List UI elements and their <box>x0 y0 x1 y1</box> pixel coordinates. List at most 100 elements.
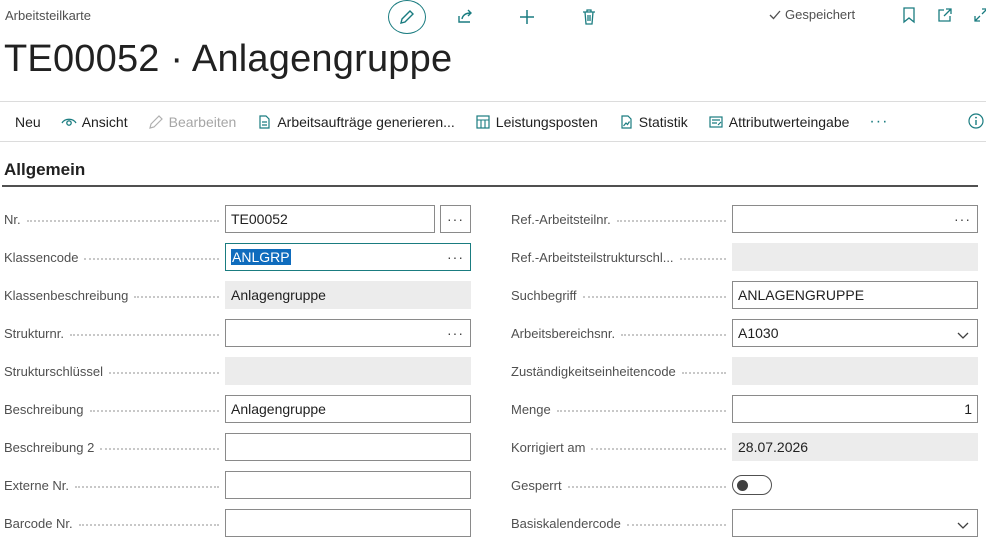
gesperrt-toggle[interactable] <box>732 475 772 495</box>
zustaendigkeitseinheitencode-value <box>732 357 978 385</box>
field-klassenbeschreibung: Klassenbeschreibung Anlagengruppe <box>4 281 471 309</box>
selected-text: ANLGRP <box>231 249 291 265</box>
field-klassencode: Klassencode ANLGRP ··· <box>4 243 471 271</box>
delete-icon <box>583 9 595 25</box>
eye-icon <box>61 118 77 126</box>
bookmark-button[interactable] <box>898 4 920 26</box>
ref-arbeitsteilnr-input[interactable]: ··· <box>732 205 978 233</box>
statistics-button[interactable]: Statistik <box>608 102 698 141</box>
edit-button[interactable] <box>388 0 426 34</box>
field-ref-arbeitsteilnr: Ref.-Arbeitsteilnr. ··· <box>511 205 978 233</box>
basiskalendercode-select[interactable] <box>732 509 978 537</box>
nr-input[interactable]: TE00052 <box>225 205 435 233</box>
generate-work-orders-button[interactable]: Arbeitsaufträge generieren... <box>246 102 464 141</box>
field-label: Ref.-Arbeitsteilnr. <box>511 211 617 227</box>
strukturnr-lookup[interactable]: ··· <box>447 325 464 341</box>
top-actions <box>388 0 600 34</box>
attribute-values-label: Attributwerteingabe <box>728 113 850 130</box>
beschreibung-2-input[interactable] <box>225 433 471 461</box>
strukturschluessel-value <box>225 357 471 385</box>
expand-button[interactable] <box>970 4 986 26</box>
edit-action-label: Bearbeiten <box>168 113 237 130</box>
page-title: TE00052 · Anlagengruppe <box>4 38 453 80</box>
new-label: Neu <box>15 113 41 130</box>
pencil-icon <box>148 114 163 129</box>
field-beschreibung: Beschreibung Anlagengruppe <box>4 395 471 423</box>
korrigiert-am-value: 28.07.2026 <box>732 433 978 461</box>
attribute-icon <box>709 115 723 128</box>
document-generate-icon <box>259 114 270 129</box>
attribute-values-button[interactable]: Attributwerteingabe <box>698 102 860 141</box>
field-gesperrt: Gesperrt <box>511 471 772 499</box>
action-bar: Neu Ansicht Bearbeiten Arbeitsaufträge g… <box>0 101 986 142</box>
field-nr: Nr. TE00052 ··· <box>4 205 471 233</box>
field-label: Beschreibung 2 <box>4 439 101 455</box>
barcode-nr-input[interactable] <box>225 509 471 537</box>
view-button[interactable]: Ansicht <box>51 102 138 141</box>
field-label: Zuständigkeitseinheitencode <box>511 363 682 379</box>
add-icon <box>520 10 534 24</box>
field-label: Beschreibung <box>4 401 90 417</box>
field-externe-nr: Externe Nr. <box>4 471 471 499</box>
nr-assist-button[interactable]: ··· <box>440 205 471 233</box>
toggle-knob <box>737 480 748 491</box>
field-label: Klassenbeschreibung <box>4 287 135 303</box>
bookmark-icon <box>903 7 915 24</box>
open-new-window-button[interactable] <box>934 4 956 26</box>
field-barcode-nr: Barcode Nr. <box>4 509 471 537</box>
field-arbeitsbereichsnr: Arbeitsbereichsnr. A1030 <box>511 319 978 347</box>
share-icon <box>458 9 472 23</box>
field-label: Arbeitsbereichsnr. <box>511 325 622 341</box>
arbeitsbereichsnr-select[interactable]: A1030 <box>732 319 978 347</box>
field-label: Suchbegriff <box>511 287 583 303</box>
field-label: Klassencode <box>4 249 85 265</box>
info-icon <box>968 113 984 129</box>
expand-icon <box>974 8 986 22</box>
ledger-entries-button[interactable]: Leistungsposten <box>465 102 608 141</box>
share-button[interactable] <box>454 6 476 28</box>
open-new-window-icon <box>938 8 952 22</box>
generate-work-orders-label: Arbeitsaufträge generieren... <box>277 113 455 130</box>
strukturnr-input[interactable]: ··· <box>225 319 471 347</box>
beschreibung-input[interactable]: Anlagengruppe <box>225 395 471 423</box>
new-button[interactable]: Neu <box>0 102 51 141</box>
field-ref-arbeitsteilstrukturschl: Ref.-Arbeitsteilstrukturschl... <box>511 243 978 271</box>
info-button[interactable] <box>968 113 984 134</box>
externe-nr-input[interactable] <box>225 471 471 499</box>
field-korrigiert-am: Korrigiert am 28.07.2026 <box>511 433 978 461</box>
field-label: Menge <box>511 401 557 417</box>
ledger-icon <box>476 114 490 129</box>
field-label: Basiskalendercode <box>511 515 627 531</box>
saved-label: Gespeichert <box>785 7 856 22</box>
ledger-entries-label: Leistungsposten <box>495 113 598 130</box>
edit-action-button[interactable]: Bearbeiten <box>138 102 247 141</box>
klassencode-input[interactable]: ANLGRP ··· <box>225 243 471 271</box>
field-label: Gesperrt <box>511 477 568 493</box>
field-menge: Menge 1 <box>511 395 978 423</box>
menge-input[interactable]: 1 <box>732 395 978 423</box>
klassenbeschreibung-value: Anlagengruppe <box>225 281 471 309</box>
field-label: Strukturschlüssel <box>4 363 109 379</box>
chevron-down-icon <box>957 518 969 534</box>
view-label: Ansicht <box>81 113 128 130</box>
chevron-down-icon <box>957 328 969 344</box>
more-actions-button[interactable]: ··· <box>859 113 898 131</box>
add-button[interactable] <box>516 6 538 28</box>
section-title: Allgemein <box>4 160 86 179</box>
delete-button[interactable] <box>578 6 600 28</box>
field-label: Nr. <box>4 211 27 227</box>
field-zustaendigkeitseinheitencode: Zuständigkeitseinheitencode <box>511 357 978 385</box>
field-label: Externe Nr. <box>4 477 76 493</box>
check-icon <box>769 10 781 19</box>
ref-arbeitsteilnr-lookup[interactable]: ··· <box>954 211 971 227</box>
field-label: Strukturnr. <box>4 325 70 341</box>
header-right-icons <box>898 4 986 26</box>
saved-status: Gespeichert <box>768 7 855 22</box>
statistics-icon <box>621 114 632 129</box>
field-label: Ref.-Arbeitsteilstrukturschl... <box>511 249 680 265</box>
page-caption: Arbeitsteilkarte <box>5 8 91 23</box>
section-divider <box>2 185 978 187</box>
suchbegriff-input[interactable]: ANLAGENGRUPPE <box>732 281 978 309</box>
ref-arbeitsteilstrukturschl-value <box>732 243 978 271</box>
klassencode-lookup[interactable]: ··· <box>447 249 464 265</box>
